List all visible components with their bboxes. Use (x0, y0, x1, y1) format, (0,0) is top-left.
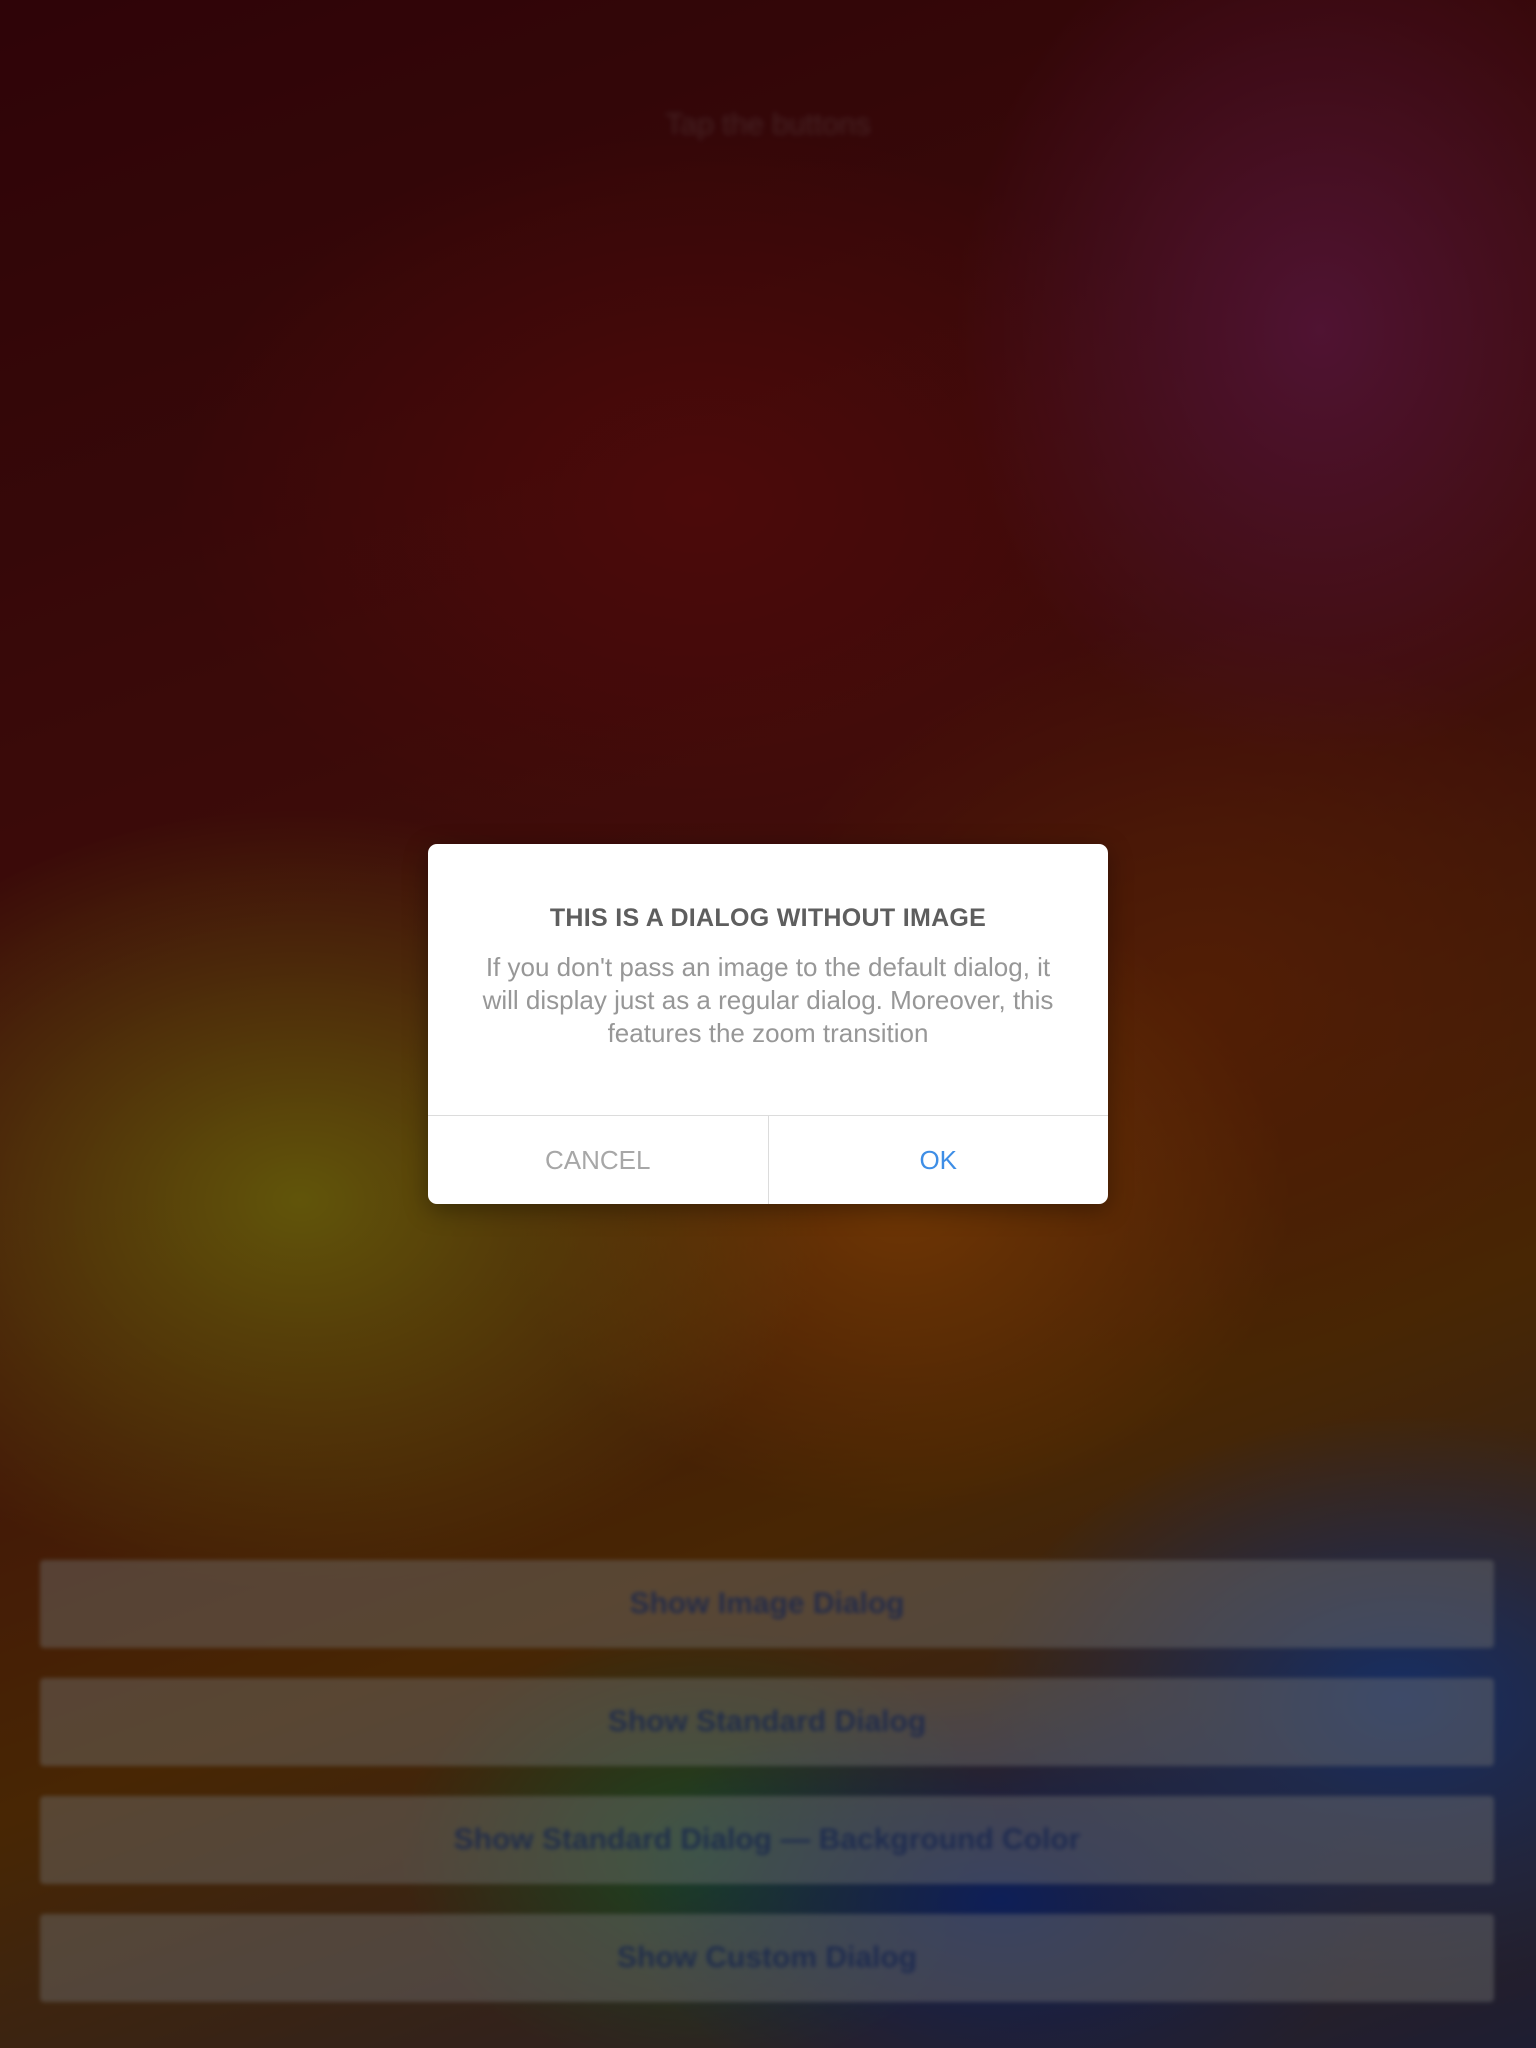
dialog-message: If you don't pass an image to the defaul… (482, 952, 1054, 1048)
dialog-body: THIS IS A DIALOG WITHOUT IMAGE If you do… (428, 844, 1108, 1115)
dialog-title: THIS IS A DIALOG WITHOUT IMAGE (549, 904, 987, 932)
cancel-button[interactable]: CANCEL (428, 1116, 769, 1204)
ok-button[interactable]: OK (769, 1116, 1109, 1204)
alert-dialog: THIS IS A DIALOG WITHOUT IMAGE If you do… (428, 844, 1108, 1204)
dialog-actions: CANCEL OK (428, 1115, 1108, 1204)
